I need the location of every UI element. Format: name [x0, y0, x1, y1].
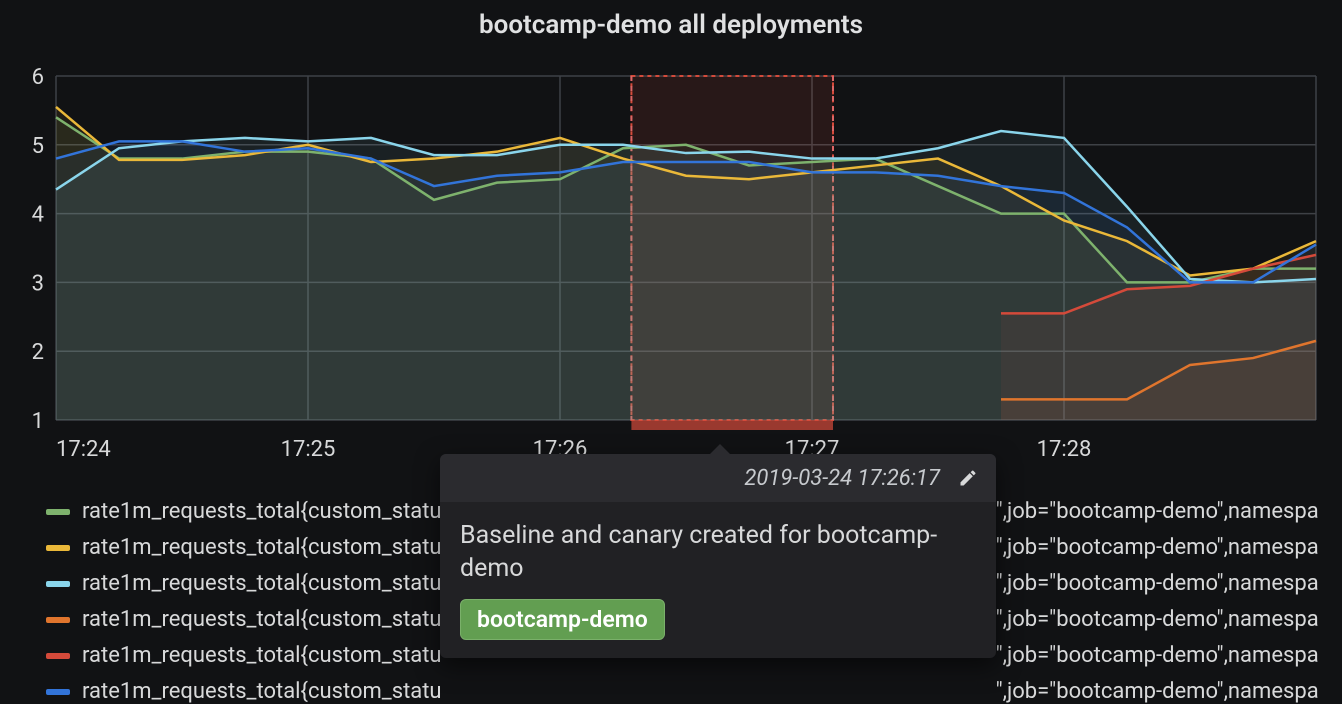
svg-text:17:25: 17:25: [281, 437, 336, 462]
legend-item[interactable]: rate1m_requests_total{custom_statu ",job=…: [46, 674, 1332, 704]
tooltip-body: Baseline and canary created for bootcamp…: [440, 502, 996, 595]
tooltip-tag[interactable]: bootcamp-demo: [460, 599, 665, 640]
legend-label-right: ",job="bootcamp-demo",namespa: [996, 602, 1319, 638]
legend-label-left: rate1m_requests_total{custom_statu: [82, 602, 442, 638]
tooltip-timestamp: 2019-03-24 17:26:17: [744, 466, 940, 491]
legend-label-right: ",job="bootcamp-demo",namespa: [996, 638, 1319, 674]
legend-swatch: [46, 617, 70, 623]
legend-swatch: [46, 581, 70, 587]
svg-text:1: 1: [32, 409, 44, 434]
chart-area[interactable]: 123456 17:2417:2517:2617:2717:28: [26, 70, 1326, 420]
legend-label-left: rate1m_requests_total{custom_statu: [82, 566, 442, 602]
legend-label-right: ",job="bootcamp-demo",namespa: [996, 566, 1319, 602]
legend-swatch: [46, 545, 70, 551]
edit-annotation-icon[interactable]: [954, 464, 982, 492]
svg-text:2: 2: [32, 340, 44, 365]
svg-text:17:28: 17:28: [1037, 437, 1092, 462]
legend-swatch: [46, 509, 70, 515]
legend-label-right: ",job="bootcamp-demo",namespa: [996, 494, 1319, 530]
legend-label-right: ",job="bootcamp-demo",namespa: [996, 530, 1319, 566]
line-chart-svg: 123456 17:2417:2517:2617:2717:28: [26, 70, 1326, 420]
legend-label-right: ",job="bootcamp-demo",namespa: [996, 674, 1319, 704]
legend-label-left: rate1m_requests_total{custom_statu: [82, 494, 442, 530]
legend-label-left: rate1m_requests_total{custom_statu: [82, 638, 442, 674]
chart-panel: bootcamp-demo all deployments 1 2 3 4 5 6 17:…: [0, 0, 1342, 704]
legend-swatch: [46, 689, 70, 695]
legend-swatch: [46, 653, 70, 659]
panel-title: bootcamp-demo all deployments: [0, 0, 1342, 58]
svg-text:6: 6: [32, 65, 44, 90]
annotation-tooltip: 2019-03-24 17:26:17 Baseline and canary …: [440, 454, 996, 658]
tooltip-header: 2019-03-24 17:26:17: [440, 454, 996, 502]
svg-text:4: 4: [32, 203, 44, 228]
legend-label-left: rate1m_requests_total{custom_statu: [82, 674, 442, 704]
svg-text:5: 5: [32, 134, 44, 159]
svg-text:17:24: 17:24: [56, 437, 111, 462]
svg-text:3: 3: [32, 271, 44, 296]
legend-label-left: rate1m_requests_total{custom_statu: [82, 530, 442, 566]
